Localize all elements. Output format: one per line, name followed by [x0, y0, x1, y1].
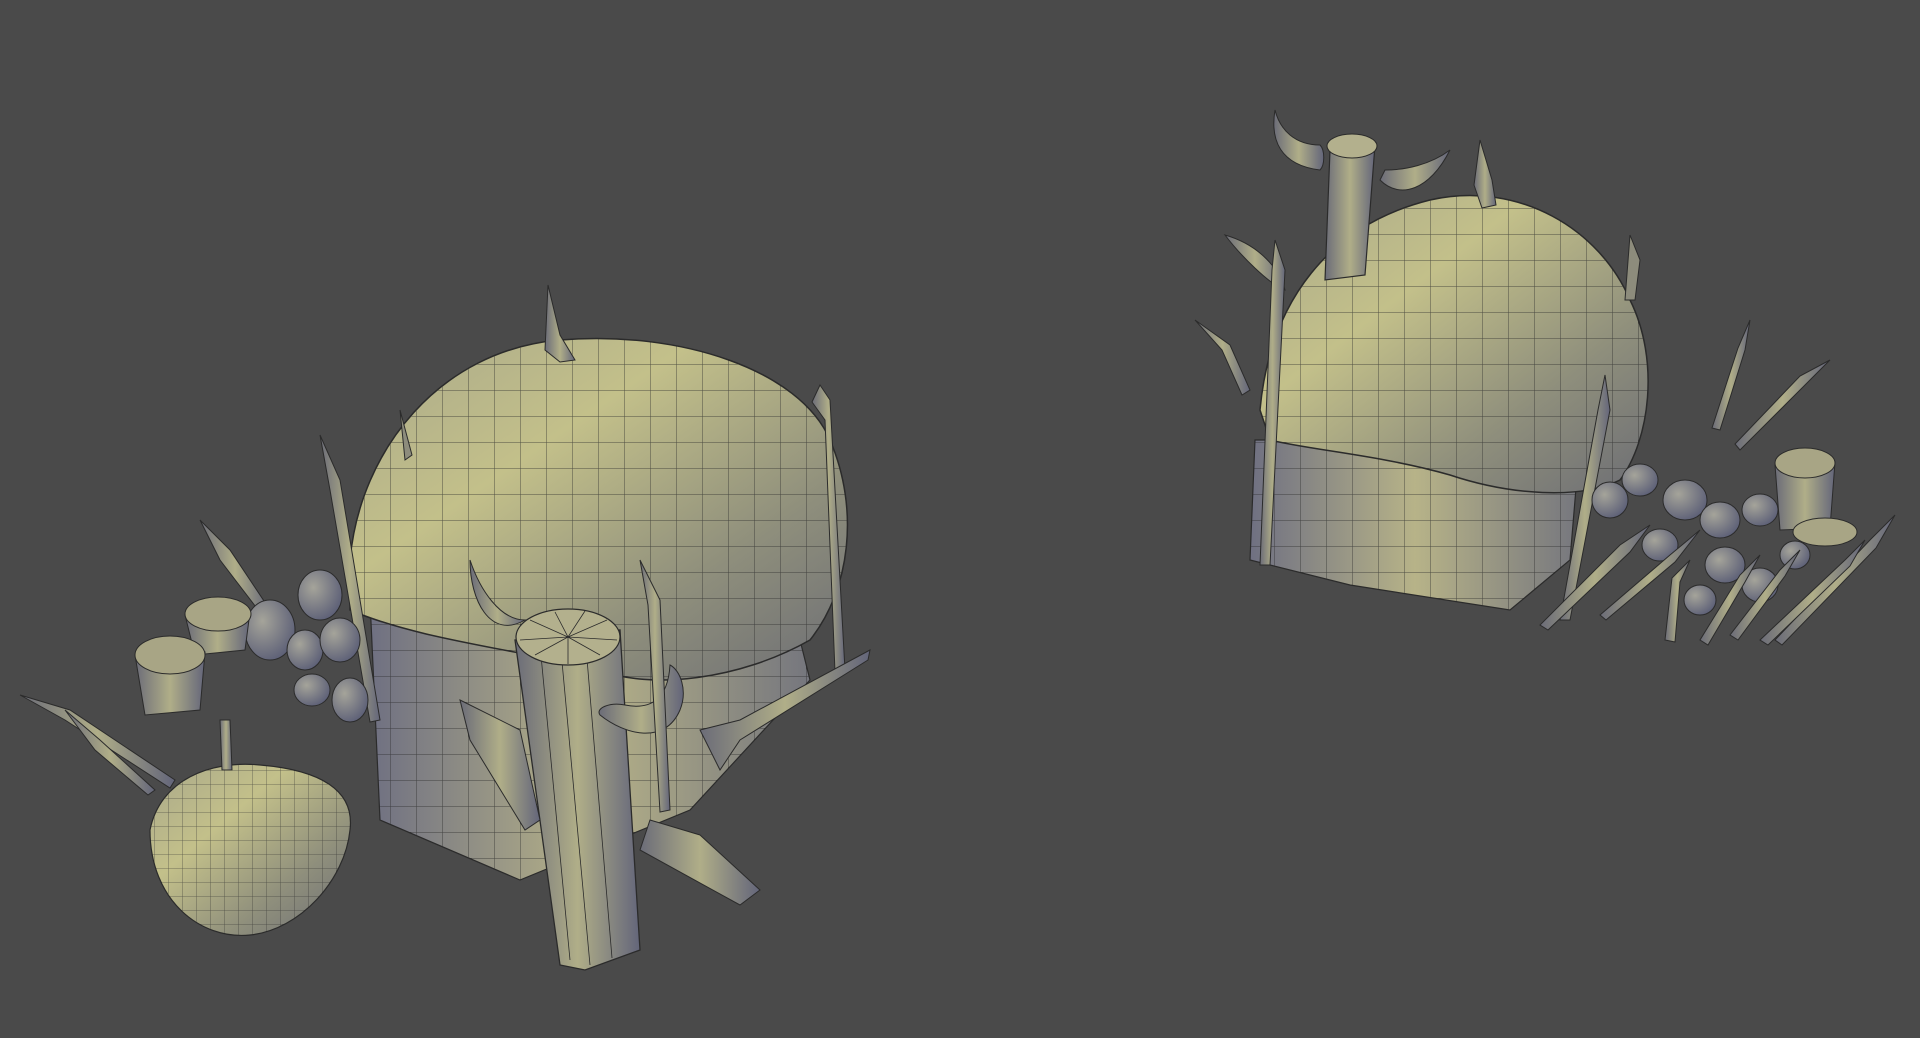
viewport-scene — [19, 109, 1896, 971]
3d-viewport[interactable] — [0, 0, 1920, 1038]
hut-back-view[interactable] — [1194, 109, 1896, 646]
hut-front-view[interactable] — [19, 284, 871, 971]
